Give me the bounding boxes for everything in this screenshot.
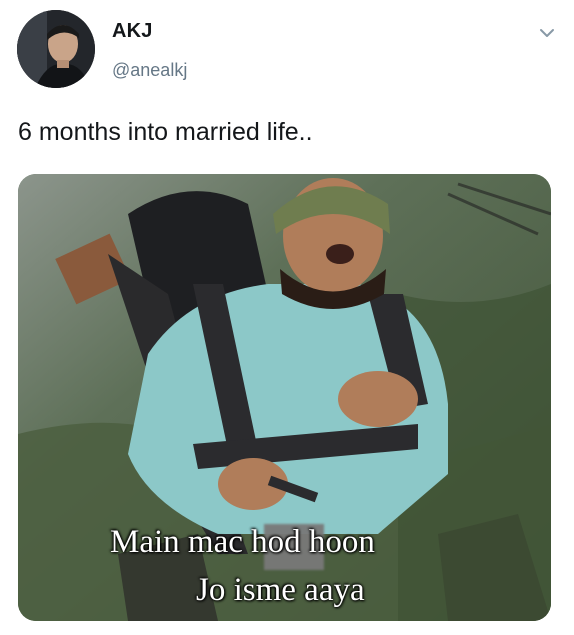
meme-caption-line-1: Main mac hod hoon xyxy=(110,524,375,560)
tweet-text: 6 months into married life.. xyxy=(18,118,313,146)
chevron-down-icon[interactable] xyxy=(536,22,558,44)
author-handle[interactable]: @anealkj xyxy=(112,60,187,81)
tweet-media-image[interactable]: Main mac hod hoon Jo isme aaya xyxy=(18,174,551,621)
avatar[interactable] xyxy=(17,10,95,88)
tweet-card: AKJ @anealkj 6 months into married life.… xyxy=(0,0,574,635)
author-display-name[interactable]: AKJ xyxy=(112,20,153,43)
meme-caption-line-2: Jo isme aaya xyxy=(196,572,365,608)
